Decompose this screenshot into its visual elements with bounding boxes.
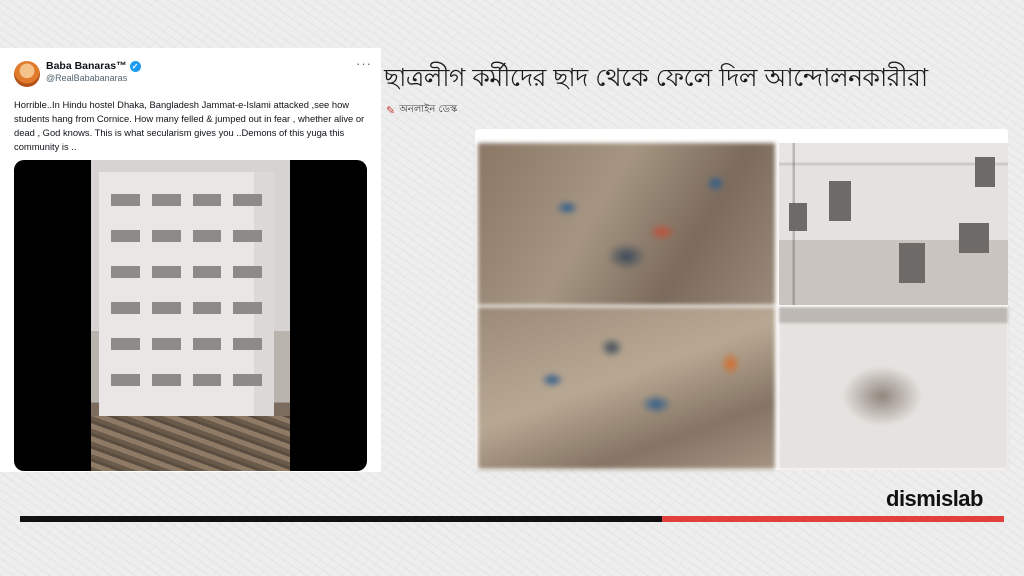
article-byline: ✎ অনলাইন ডেস্ক	[386, 102, 457, 119]
tweet-card[interactable]: Baba Banaras™ ✓ @RealBababanaras ··· Hor…	[0, 48, 381, 472]
blurred-photo-top-left	[478, 143, 775, 305]
verified-badge-icon: ✓	[129, 60, 141, 72]
tweet-author[interactable]: Baba Banaras™ ✓	[46, 60, 141, 72]
building-image	[99, 172, 274, 427]
tweet-video[interactable]	[14, 160, 367, 471]
blurred-photo-bottom-left	[478, 307, 775, 469]
avatar[interactable]	[14, 61, 40, 87]
video-frame	[91, 160, 290, 471]
more-options-icon[interactable]: ···	[356, 56, 372, 71]
byline-label: অনলাইন ডেস্ক	[399, 104, 458, 115]
blurred-photo-bottom-right	[779, 307, 1008, 469]
footer-bar-accent	[662, 516, 1004, 522]
building-photo-top-right	[779, 143, 1008, 305]
article-headline: ছাত্রলীগ কর্মীদের ছাদ থেকে ফেলে দিল আন্দ…	[384, 63, 928, 92]
tweet-author-name[interactable]: Baba Banaras™	[46, 60, 127, 72]
dismislab-logo: dismislab	[886, 486, 983, 511]
photo-collage	[475, 129, 1008, 470]
pencil-icon: ✎	[386, 104, 396, 117]
tweet-handle[interactable]: @RealBababanaras	[46, 73, 127, 83]
footer-bar	[20, 516, 662, 522]
tweet-text: Horrible..In Hindu hostel Dhaka, Banglad…	[14, 99, 365, 152]
rubble-ground	[91, 416, 290, 471]
